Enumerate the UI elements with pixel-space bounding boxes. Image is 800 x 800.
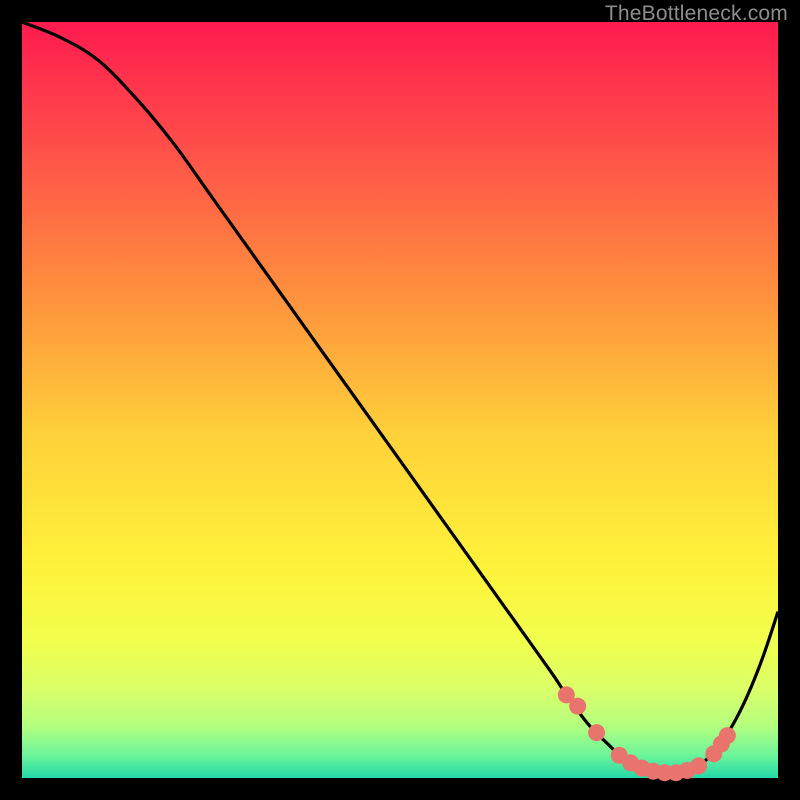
attribution-label: TheBottleneck.com — [605, 2, 788, 26]
plot-background — [22, 22, 778, 778]
recommendation-point — [690, 757, 707, 774]
chart-stage: TheBottleneck.com — [0, 0, 800, 800]
bottleneck-chart — [0, 0, 800, 800]
recommendation-point — [569, 698, 586, 715]
recommendation-point — [719, 727, 736, 744]
recommendation-point — [588, 724, 605, 741]
